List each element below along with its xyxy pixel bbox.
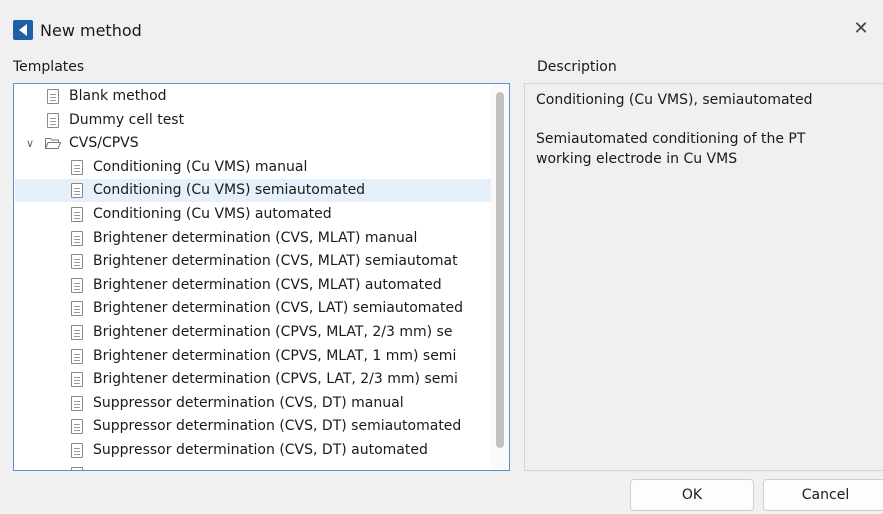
document-icon <box>71 301 83 317</box>
cancel-button[interactable]: Cancel <box>763 479 883 511</box>
tree-item-label: Brightener determination (CPVS, MLAT, 2/… <box>93 324 453 340</box>
tree-item-label: Dummy cell test <box>69 111 185 128</box>
document-icon <box>71 395 83 411</box>
tree-item-label: Brightener determination (CPVS, MLAT, 1 … <box>93 347 457 364</box>
tree-item-label: Conditioning (Cu VMS) automated <box>93 206 332 222</box>
tree-item-label: Brightener determination (CVS, LAT) semi… <box>93 300 463 317</box>
app-logo-icon <box>13 20 33 40</box>
description-label: Description <box>537 59 617 75</box>
tree-item-label: Brightener determination (CVS, MLAT) sem… <box>93 253 458 270</box>
tree-item[interactable]: Brightener determination (CVS, MLAT) aut… <box>15 274 491 297</box>
tree-item[interactable]: Brightener determination (CVS, MLAT) sem… <box>15 250 491 273</box>
tree-item-label: Suppressor determination (CVS, DT) semia… <box>93 418 462 435</box>
chevron-down-icon[interactable]: ∨ <box>24 138 36 150</box>
tree-item[interactable]: Conditioning (Cu VMS) manual <box>15 156 491 179</box>
tree-item-label: Brightener determination (CVS, MLAT) man… <box>93 229 418 246</box>
tree-item-label: Blank method <box>69 88 167 104</box>
tree-item[interactable]: Brightener determination (CPVS, MLAT, 2/… <box>15 321 491 344</box>
tree-item-label: Conditioning (Cu VMS) manual <box>93 158 308 175</box>
tree-item[interactable]: Blank method <box>15 85 491 108</box>
document-icon <box>71 372 83 388</box>
document-icon <box>71 230 83 246</box>
document-icon <box>71 419 83 435</box>
document-icon <box>71 183 83 199</box>
ok-button[interactable]: OK <box>630 479 754 511</box>
tree-item[interactable]: Brightener determination (CPVS, MLAT, 1 … <box>15 345 491 368</box>
description-panel: Conditioning (Cu VMS), semiautomated Sem… <box>524 83 883 471</box>
tree-item[interactable]: Brightener determination (CVS, MLAT) man… <box>15 227 491 250</box>
templates-tree-panel[interactable]: Blank method Dummy cell test ∨ CVS/CPVS Cond… <box>13 83 510 471</box>
tree-item[interactable] <box>15 463 491 470</box>
tree-item-label: Suppressor determination (CVS, DT) autom… <box>93 442 428 458</box>
templates-tree[interactable]: Blank method Dummy cell test ∨ CVS/CPVS Cond… <box>14 84 491 470</box>
document-icon <box>71 159 83 175</box>
document-icon <box>71 254 83 270</box>
tree-folder[interactable]: ∨ CVS/CPVS <box>15 132 491 155</box>
description-title: Conditioning (Cu VMS), semiautomated <box>536 92 813 108</box>
document-icon <box>71 207 83 222</box>
document-icon <box>71 466 83 470</box>
tree-item-label: Conditioning (Cu VMS) semiautomated <box>93 182 366 199</box>
document-icon <box>71 348 83 364</box>
tree-item[interactable]: Suppressor determination (CVS, DT) semia… <box>15 415 491 438</box>
folder-open-icon <box>45 138 61 150</box>
tree-item[interactable]: Dummy cell test <box>15 109 491 132</box>
document-icon <box>47 112 59 128</box>
document-icon <box>71 443 83 458</box>
description-text: Semiautomated conditioning of the PT wor… <box>536 131 806 167</box>
tree-item-label: Brightener determination (CVS, MLAT) aut… <box>93 276 442 293</box>
title-bar: New method ✕ <box>0 0 883 44</box>
tree-item[interactable]: Conditioning (Cu VMS) semiautomated <box>15 179 491 203</box>
tree-item-label: Brightener determination (CPVS, LAT, 2/3… <box>93 371 458 388</box>
vertical-scrollbar[interactable] <box>491 84 509 470</box>
tree-item-label: CVS/CPVS <box>69 135 139 152</box>
close-icon[interactable]: ✕ <box>851 19 871 39</box>
document-icon <box>47 89 59 104</box>
tree-item[interactable]: Brightener determination (CVS, LAT) semi… <box>15 297 491 320</box>
templates-label: Templates <box>13 59 85 75</box>
document-icon <box>71 277 83 293</box>
document-icon <box>71 325 83 340</box>
tree-item-label: Suppressor determination (CVS, DT) manua… <box>93 394 404 411</box>
tree-item[interactable]: Suppressor determination (CVS, DT) autom… <box>15 439 491 462</box>
tree-item[interactable]: Brightener determination (CPVS, LAT, 2/3… <box>15 368 491 391</box>
tree-item[interactable]: Conditioning (Cu VMS) automated <box>15 203 491 226</box>
scrollbar-thumb[interactable] <box>496 92 504 448</box>
tree-item[interactable]: Suppressor determination (CVS, DT) manua… <box>15 392 491 415</box>
window-title: New method <box>40 21 142 40</box>
